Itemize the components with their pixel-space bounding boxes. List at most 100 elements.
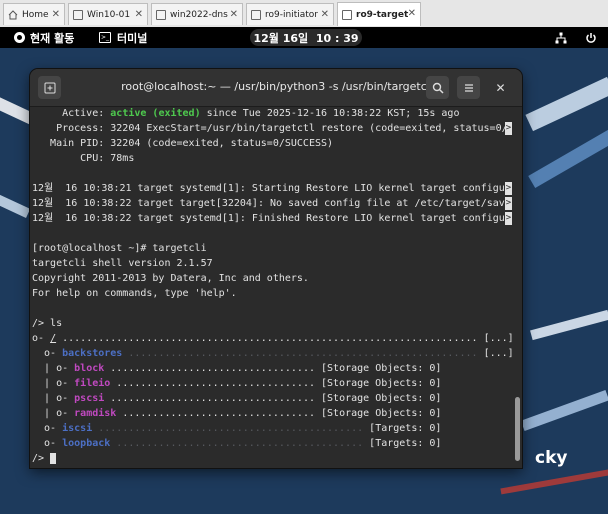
- status-mainpid-line: Main PID: 32204 (code=exited, status=0/S…: [32, 138, 334, 149]
- vm-tab-strip: Home ✕ Win10-01 ✕ win2022-dns ✕ ro9-init…: [0, 0, 608, 28]
- search-icon: [432, 82, 444, 94]
- hamburger-menu-icon: [464, 83, 473, 92]
- distro-logo-icon: [14, 32, 25, 43]
- tree-node-name: pscsi: [74, 393, 105, 404]
- close-icon[interactable]: ✕: [230, 9, 238, 20]
- prompt-line: />: [32, 451, 57, 466]
- clock-label: 12월 16일 10 : 39: [253, 31, 359, 45]
- vm-icon: [251, 9, 261, 20]
- vm-tab-label: win2022-dns: [170, 9, 228, 20]
- journal-line: 12월 16 10:38:22 target systemd[1]: Finis…: [32, 213, 511, 224]
- truncation-marker: >: [505, 122, 512, 135]
- search-button[interactable]: [426, 76, 449, 99]
- vm-tab-label: ro9-initiator: [265, 9, 318, 20]
- new-tab-button[interactable]: [38, 76, 61, 99]
- vm-icon: [156, 9, 166, 20]
- tree-dots: .................................: [110, 378, 321, 389]
- vm-icon: [73, 9, 83, 20]
- close-icon: ✕: [495, 80, 506, 95]
- menu-button[interactable]: [457, 76, 480, 99]
- vm-tab-label: Win10-01: [87, 9, 131, 20]
- session-line: [root@localhost ~]# targetcli: [32, 243, 207, 254]
- terminal-window[interactable]: root@localhost:~ — /usr/bin/python3 -s /…: [30, 69, 522, 468]
- vm-icon: [342, 9, 352, 20]
- vm-tab-win2022-dns[interactable]: win2022-dns ✕: [151, 3, 243, 25]
- tree-prefix: | o-: [32, 363, 75, 374]
- truncation-marker: >: [505, 197, 512, 210]
- tree-dots: ........................................…: [92, 423, 370, 434]
- tree-prefix: | o-: [32, 378, 75, 389]
- tree-dots: ................................: [116, 408, 322, 419]
- scrollbar[interactable]: [515, 397, 520, 461]
- truncation-marker: >: [505, 212, 512, 225]
- new-tab-icon: [44, 82, 55, 93]
- cursor: [50, 452, 57, 464]
- journal-line: 12월 16 10:38:21 target systemd[1]: Start…: [32, 183, 511, 194]
- truncation-marker: >: [505, 182, 512, 195]
- session-line: targetcli shell version 2.1.57: [32, 258, 213, 269]
- close-icon[interactable]: ✕: [408, 8, 416, 19]
- tree-node-name: block: [74, 363, 105, 374]
- status-cpu-line: CPU: 78ms: [32, 153, 135, 164]
- tree-prefix: | o-: [32, 408, 75, 419]
- home-icon: [8, 9, 18, 20]
- tree-dots: ..................................: [104, 393, 322, 404]
- terminal-output[interactable]: Active: active (exited) since Tue 2025-1…: [30, 107, 522, 468]
- status-value: active (exited): [110, 108, 201, 119]
- tree-info: [...]: [483, 348, 514, 359]
- tree-row: o- loopback ............................…: [32, 436, 441, 451]
- tree-info: [Storage Objects: 0]: [321, 363, 442, 374]
- tree-info: [Storage Objects: 0]: [321, 378, 442, 389]
- window-title: root@localhost:~ — /usr/bin/python3 -s /…: [121, 80, 433, 93]
- app-menu-label: 터미널: [117, 31, 148, 45]
- close-icon[interactable]: ✕: [321, 9, 329, 20]
- session-line: For help on commands, type 'help'.: [32, 288, 237, 299]
- tree-node-name: fileio: [74, 378, 111, 389]
- tree-node-name: loopback: [62, 438, 111, 449]
- vm-tab-ro9-target[interactable]: ro9-target ✕: [337, 2, 421, 26]
- vm-tab-label: Home: [22, 9, 49, 20]
- close-icon[interactable]: ✕: [135, 9, 143, 20]
- vm-tab-win10-01[interactable]: Win10-01 ✕: [68, 3, 148, 25]
- tree-dots: ........................................…: [122, 348, 484, 359]
- vm-tab-ro9-initiator[interactable]: ro9-initiator ✕: [246, 3, 334, 25]
- tree-row: | o- fileio ............................…: [32, 376, 441, 391]
- activities-label: 현재 활동: [30, 31, 75, 45]
- tree-info: [Targets: 0]: [369, 423, 442, 434]
- tree-prefix: o-: [32, 348, 63, 359]
- prompt: />: [32, 453, 51, 464]
- status-active-line: Active: active (exited) since Tue 2025-1…: [32, 106, 459, 121]
- journal-line: 12월 16 10:38:22 target target[32204]: No…: [32, 198, 511, 209]
- tree-prefix: o-: [32, 333, 51, 344]
- tree-row: o- / ...................................…: [32, 331, 514, 346]
- status-label: Active:: [32, 108, 111, 119]
- tree-info: [Targets: 0]: [369, 438, 442, 449]
- tree-prefix: o-: [32, 423, 63, 434]
- tree-info: [Storage Objects: 0]: [321, 393, 442, 404]
- gnome-top-bar: 현재 활동 >_ 터미널 12월 16일 10 : 39: [0, 27, 608, 48]
- tree-row: o- backstores ..........................…: [32, 346, 514, 361]
- status-process-line: Process: 32204 ExecStart=/usr/bin/target…: [32, 123, 508, 134]
- tree-dots: ........................................…: [110, 438, 370, 449]
- tree-info: [...]: [483, 333, 514, 344]
- tree-info: [Storage Objects: 0]: [321, 408, 442, 419]
- tree-node-name: ramdisk: [74, 408, 117, 419]
- vm-tab-label: ro9-target: [356, 9, 409, 20]
- tree-prefix: o-: [32, 438, 63, 449]
- clock-button[interactable]: 12월 16일 10 : 39: [250, 29, 362, 46]
- tree-node-name: backstores: [62, 348, 123, 359]
- network-icon[interactable]: [555, 27, 567, 48]
- tree-node-name: iscsi: [62, 423, 93, 434]
- terminal-titlebar[interactable]: root@localhost:~ — /usr/bin/python3 -s /…: [30, 69, 522, 107]
- terminal-app-icon: >_: [99, 32, 111, 43]
- close-icon[interactable]: ✕: [52, 9, 60, 20]
- close-window-button[interactable]: ✕: [489, 76, 512, 99]
- power-icon[interactable]: [585, 27, 597, 48]
- vm-tab-home[interactable]: Home ✕: [3, 3, 65, 25]
- tree-row: o- iscsi ...............................…: [32, 421, 441, 436]
- session-line: Copyright 2011-2013 by Datera, Inc and o…: [32, 273, 309, 284]
- ls-command-line: /> ls: [32, 318, 63, 329]
- activities-button[interactable]: 현재 활동: [14, 27, 74, 48]
- app-menu-terminal[interactable]: >_ 터미널: [99, 27, 147, 48]
- tree-dots: ........................................…: [56, 333, 484, 344]
